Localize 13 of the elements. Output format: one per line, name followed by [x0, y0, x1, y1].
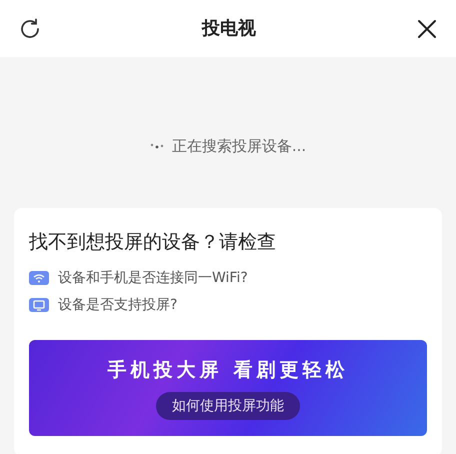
- promo-banner[interactable]: 手机投大屏 看剧更轻松 如何使用投屏功能: [29, 340, 427, 436]
- check-item-text: 设备和手机是否连接同一WiFi?: [58, 268, 248, 288]
- loading-icon: [150, 143, 164, 149]
- close-icon[interactable]: [416, 18, 438, 40]
- help-title: 找不到想投屏的设备？请检查: [29, 230, 277, 254]
- searching-status: 正在搜索投屏设备...: [172, 136, 306, 157]
- window-title: 投电视: [202, 17, 256, 41]
- banner-headline: 手机投大屏 看剧更轻松: [108, 358, 348, 383]
- tv-icon: [29, 298, 49, 312]
- wifi-icon: [29, 271, 49, 285]
- how-to-button[interactable]: 如何使用投屏功能: [156, 392, 300, 420]
- refresh-icon[interactable]: [18, 16, 42, 40]
- check-item-text: 设备是否支持投屏?: [58, 296, 178, 314]
